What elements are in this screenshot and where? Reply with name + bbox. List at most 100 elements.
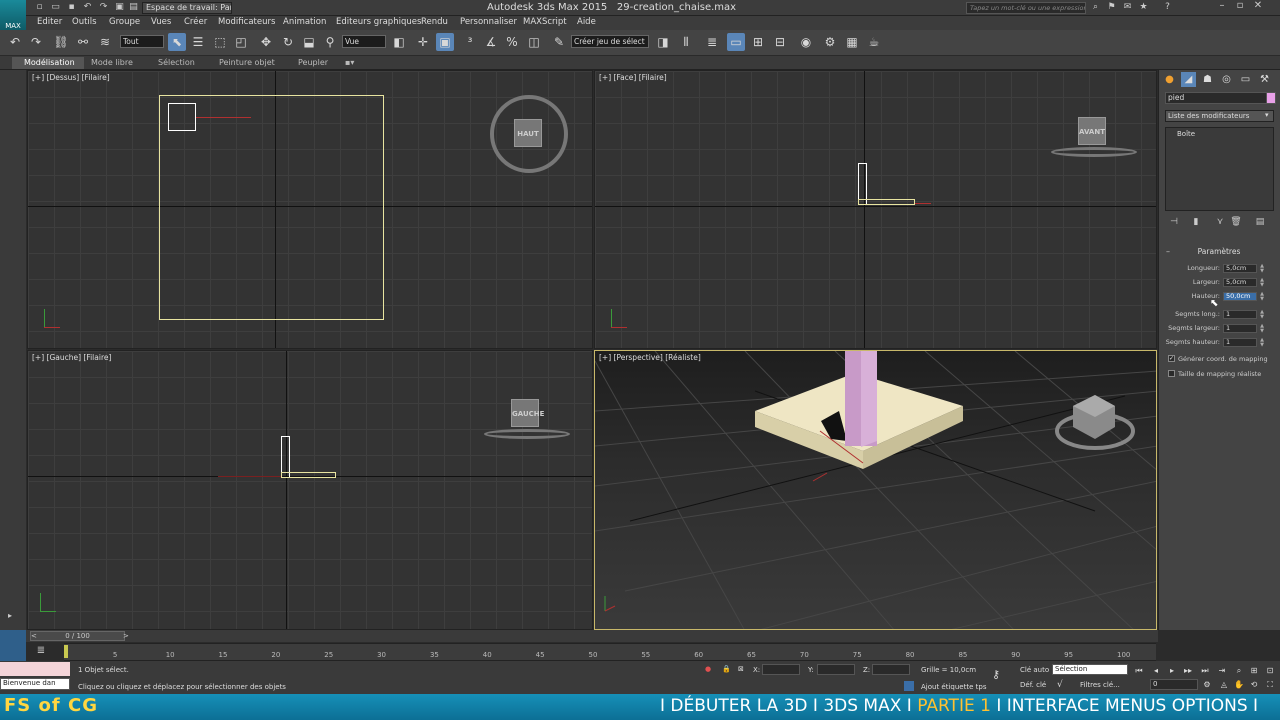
graphite-toggle-icon[interactable]: ▭ (727, 33, 745, 51)
parameters-rollout-title[interactable]: Paramètres (1166, 247, 1272, 257)
subscription-icon[interactable]: ⚑ (1106, 2, 1117, 13)
menu-outils[interactable]: Outils (72, 17, 97, 27)
param-length-field[interactable]: 5,0cm (1223, 264, 1257, 273)
curve-editor-icon[interactable]: ⊞ (749, 33, 767, 51)
communication-icon[interactable]: ✉ (1122, 2, 1133, 13)
menu-maxscript[interactable]: MAXScript (523, 17, 567, 27)
render-production-icon[interactable]: ☕ (865, 33, 883, 51)
help-icon[interactable]: ? (1162, 2, 1173, 13)
viewport-label-perspective[interactable]: [+] [Perspective] [Réaliste] (599, 353, 701, 362)
tab-modelisation[interactable]: Modélisation (24, 58, 75, 67)
zoom-icon[interactable]: ⌕ (1233, 665, 1245, 676)
schematic-view-icon[interactable]: ⊟ (771, 33, 789, 51)
render-setup-icon[interactable]: ⚙ (821, 33, 839, 51)
viewcube-ring-left[interactable] (484, 429, 570, 439)
hierarchy-tab-icon[interactable]: ☗ (1200, 72, 1215, 87)
param-length-spinner[interactable]: ▲ ▼ (1259, 264, 1265, 274)
field-of-view-icon[interactable]: ◬ (1218, 679, 1230, 690)
menu-animation[interactable]: Animation (283, 17, 326, 27)
time-config-icon[interactable]: ⚙ (1201, 679, 1213, 690)
search-input[interactable]: Tapez un mot-clé ou une expression (966, 2, 1086, 14)
menu-editer[interactable]: Editer (37, 17, 62, 27)
add-time-tag-label[interactable]: Ajout étiquette tps (921, 683, 986, 691)
move-icon[interactable]: ✥ (257, 33, 275, 51)
create-tab-icon[interactable]: ● (1162, 72, 1177, 87)
viewport-front[interactable]: AVANT [+] [Face] [Filaire] (594, 70, 1157, 349)
binoculars-icon[interactable]: ⌕ (1090, 2, 1101, 13)
next-frame-icon[interactable]: ▸▸ (1182, 665, 1194, 676)
undo-quick-icon[interactable]: ↶ (82, 2, 93, 13)
menu-creer[interactable]: Créer (184, 17, 207, 27)
viewcube-front[interactable]: AVANT (1078, 117, 1106, 145)
make-unique-icon[interactable]: ⋎ (1214, 216, 1226, 228)
zoom-all-icon[interactable]: ⊞ (1248, 665, 1260, 676)
absolute-mode-icon[interactable]: ⊠ (738, 665, 744, 673)
param-height-field[interactable]: 50,0cm (1223, 292, 1257, 301)
display-tab-icon[interactable]: ▭ (1238, 72, 1253, 87)
configure-sets-icon[interactable]: ▤ (1254, 216, 1266, 228)
tab-peupler[interactable]: Peupler (298, 58, 328, 67)
unlink-icon[interactable]: ⚯ (74, 33, 92, 51)
named-selection-dropdown[interactable]: Créer jeu de sélect (571, 35, 649, 48)
app-logo-icon[interactable]: MAX (0, 0, 26, 34)
menu-editeurs-graphiques[interactable]: Editeurs graphiques (336, 17, 421, 27)
bind-space-warp-icon[interactable]: ≋ (96, 33, 114, 51)
manipulate-icon[interactable]: ✛ (414, 33, 432, 51)
modifier-stack[interactable] (1165, 127, 1274, 211)
menu-aide[interactable]: Aide (577, 17, 596, 27)
track-bar-toggle-icon[interactable]: ≣ (30, 645, 52, 659)
gen-mapping-checkbox[interactable]: ✓ (1168, 355, 1175, 362)
motion-tab-icon[interactable]: ◎ (1219, 72, 1234, 87)
lock-selection-icon[interactable]: 🔒 (722, 665, 731, 673)
menu-groupe[interactable]: Groupe (109, 17, 140, 27)
goto-end-icon[interactable]: ⏭ (1199, 665, 1211, 676)
window-crossing-icon[interactable]: ◰ (232, 33, 250, 51)
select-object-icon[interactable]: ⬉ (168, 33, 186, 51)
tab-peinture-objet[interactable]: Peinture objet (219, 58, 275, 67)
viewcube-ring-front[interactable] (1051, 147, 1137, 157)
tab-selection[interactable]: Sélection (158, 58, 195, 67)
param-width-spinner[interactable]: ▲ ▼ (1259, 278, 1265, 288)
z-coord-field[interactable] (872, 664, 910, 675)
pivot-center-icon[interactable]: ◧ (390, 33, 408, 51)
redo-quick-icon[interactable]: ↷ (98, 2, 109, 13)
workspace-dropdown[interactable]: Espace de travail: Par (142, 2, 232, 14)
modifier-stack-item[interactable]: Boîte (1177, 130, 1195, 138)
undo-icon[interactable]: ↶ (6, 33, 24, 51)
time-prev-icon[interactable]: < (31, 632, 37, 640)
viewcube-left[interactable]: GAUCHE (511, 399, 544, 427)
new-file-icon[interactable]: ▫ (34, 2, 45, 13)
selection-filter-dropdown[interactable]: Tout (120, 35, 164, 48)
save-icon[interactable]: ▪ (66, 2, 77, 13)
time-slider-thumb[interactable]: 0 / 100 (30, 631, 125, 641)
time-next-icon[interactable]: > (123, 632, 129, 640)
real-world-map-checkbox[interactable] (1168, 370, 1175, 377)
rect-selection-icon[interactable]: ⬚ (211, 33, 229, 51)
favorites-icon[interactable]: ★ (1138, 2, 1149, 13)
key-curve-icon[interactable]: √ (1057, 680, 1063, 690)
y-coord-field[interactable] (817, 664, 855, 675)
current-frame-field[interactable]: 0 (1150, 679, 1198, 690)
key-filters-button[interactable]: Filtres clé... (1080, 681, 1120, 689)
ribbon-options-icon[interactable]: ▪▾ (345, 58, 354, 67)
viewport-label-top[interactable]: [+] [Dessus] [Filaire] (32, 73, 110, 82)
percent-snap-icon[interactable]: % (503, 33, 521, 51)
pin-stack-icon[interactable]: ⊣ (1168, 216, 1180, 228)
fetch-icon[interactable]: ▤ (128, 2, 139, 13)
chevron-down-icon[interactable]: ▾ (1265, 111, 1269, 119)
scale-icon[interactable]: ⬓ (300, 33, 318, 51)
link-icon[interactable]: ⛓ (52, 33, 70, 51)
minimize-icon[interactable]: – (1215, 0, 1229, 12)
spinner-snap-icon[interactable]: ◫ (525, 33, 543, 51)
angle-snap-icon[interactable]: ∡ (482, 33, 500, 51)
isolate-icon[interactable]: ● (705, 665, 711, 673)
layer-manager-icon[interactable]: ≣ (703, 33, 721, 51)
show-end-result-icon[interactable]: ▮ (1190, 216, 1202, 228)
zoom-extents-icon[interactable]: ⊡ (1264, 665, 1276, 676)
menu-rendu[interactable]: Rendu (421, 17, 448, 27)
snaps-toggle-icon[interactable]: ³ (461, 33, 479, 51)
param-height-segs-field[interactable]: 1 (1223, 338, 1257, 347)
rotate-icon[interactable]: ↻ (279, 33, 297, 51)
hold-icon[interactable]: ▣ (114, 2, 125, 13)
select-by-name-icon[interactable]: ☰ (189, 33, 207, 51)
